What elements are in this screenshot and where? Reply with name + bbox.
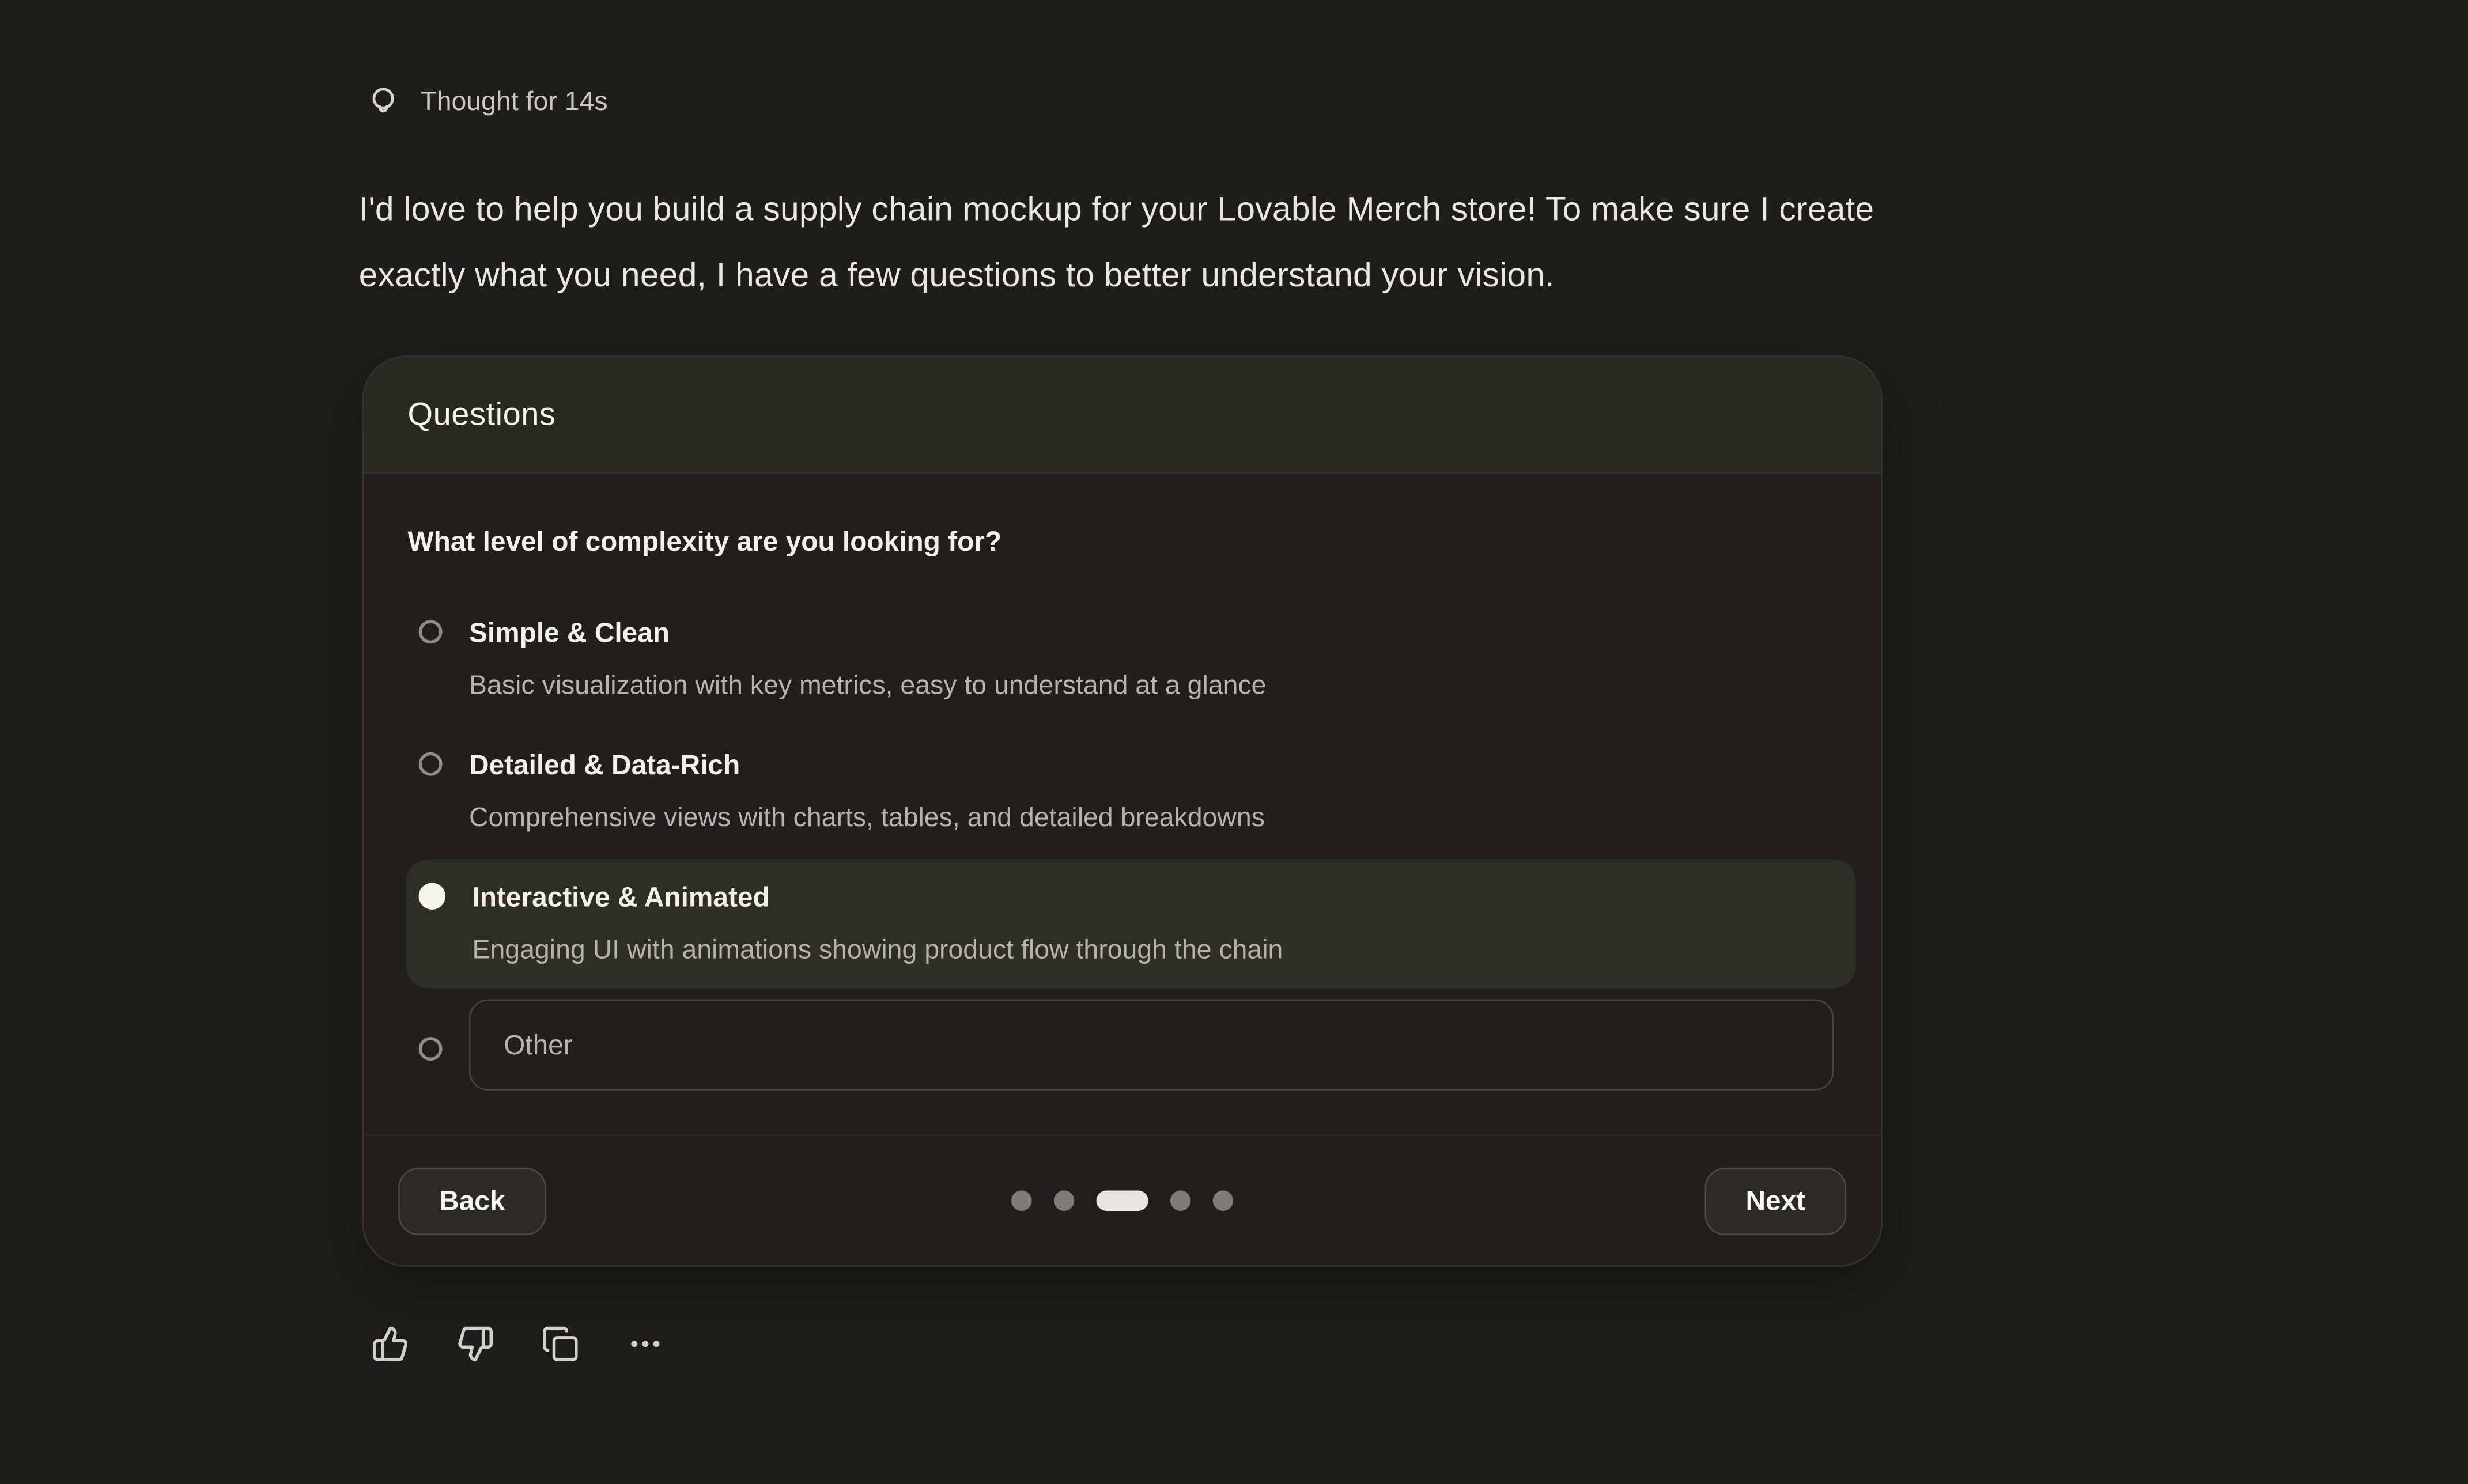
option-title: Interactive & Animated: [472, 877, 1283, 918]
progress-dot-active: [1097, 1190, 1148, 1211]
card-header: Questions: [364, 357, 1881, 474]
thumbs-up-button[interactable]: [372, 1325, 410, 1363]
option-other[interactable]: [406, 991, 1856, 1099]
option-description: Basic visualization with key metrics, ea…: [469, 665, 1267, 706]
ellipsis-icon: [626, 1325, 664, 1363]
radio-icon[interactable]: [419, 1037, 443, 1061]
card-body: What level of complexity are you looking…: [364, 474, 1881, 1098]
card-title: Questions: [407, 396, 555, 434]
radio-icon[interactable]: [419, 752, 443, 776]
thumbs-down-button[interactable]: [456, 1325, 494, 1363]
option-detailed-data-rich[interactable]: Detailed & Data-Rich Comprehensive views…: [406, 727, 1856, 856]
progress-dot: [1011, 1190, 1032, 1211]
thought-toggle[interactable]: Thought for 14s: [365, 84, 608, 120]
copy-button[interactable]: [542, 1325, 580, 1363]
other-input[interactable]: [469, 1000, 1834, 1091]
assistant-message-line: exactly what you need, I have a few ques…: [359, 243, 1874, 309]
thought-label: Thought for 14s: [420, 86, 607, 118]
option-description: Engaging UI with animations showing prod…: [472, 930, 1283, 971]
option-simple-clean[interactable]: Simple & Clean Basic visualization with …: [406, 595, 1856, 724]
thumbs-down-icon: [456, 1325, 494, 1363]
lightbulb-icon: [365, 84, 402, 120]
chat-message-region: Thought for 14s I'd love to help you bui…: [0, 0, 2468, 1484]
questions-card: Questions What level of complexity are y…: [362, 355, 1883, 1267]
assistant-message-line: I'd love to help you build a supply chai…: [359, 176, 1874, 243]
radio-icon[interactable]: [419, 620, 443, 643]
option-title: Simple & Clean: [469, 612, 1267, 653]
progress-dot: [1054, 1190, 1075, 1211]
back-button[interactable]: Back: [398, 1167, 546, 1234]
question-text: What level of complexity are you looking…: [407, 521, 1836, 562]
card-footer: Back Next: [364, 1134, 1881, 1265]
assistant-message: I'd love to help you build a supply chai…: [359, 176, 1874, 308]
progress-dot: [1170, 1190, 1191, 1211]
radio-icon[interactable]: [419, 883, 445, 909]
progress-dot: [1213, 1190, 1234, 1211]
thumbs-up-icon: [372, 1325, 410, 1363]
next-button[interactable]: Next: [1704, 1167, 1846, 1234]
copy-icon: [542, 1325, 580, 1363]
progress-dots: [1011, 1190, 1233, 1211]
options-list: Simple & Clean Basic visualization with …: [406, 595, 1856, 1099]
option-description: Comprehensive views with charts, tables,…: [469, 798, 1265, 839]
option-interactive-animated[interactable]: Interactive & Animated Engaging UI with …: [406, 859, 1856, 988]
message-action-bar: [372, 1325, 664, 1363]
option-title: Detailed & Data-Rich: [469, 744, 1265, 785]
more-options-button[interactable]: [626, 1325, 664, 1363]
